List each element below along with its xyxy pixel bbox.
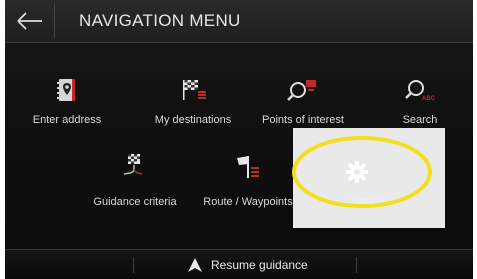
tile-route-waypoints[interactable]: Route / Waypoints bbox=[198, 152, 298, 208]
header-divider bbox=[54, 4, 55, 38]
search-icon-text: ABC bbox=[422, 96, 436, 102]
tile-label: Route / Waypoints bbox=[203, 196, 293, 208]
nav-screen: NAVIGATION MENU Enter address My destina… bbox=[5, 0, 473, 279]
bottom-divider bbox=[356, 257, 357, 273]
back-arrow-icon[interactable] bbox=[17, 10, 43, 32]
tile-settings[interactable]: Settings bbox=[293, 128, 445, 228]
tile-label: My destinations bbox=[154, 114, 232, 126]
gear-icon bbox=[346, 161, 368, 183]
tile-label: Points of interest bbox=[262, 114, 344, 126]
tile-label: Guidance criteria bbox=[93, 196, 177, 208]
resume-guidance-label: Resume guidance bbox=[211, 258, 308, 272]
tile-enter-address[interactable]: Enter address bbox=[27, 78, 107, 128]
page-title: NAVIGATION MENU bbox=[79, 11, 241, 30]
header-bar: NAVIGATION MENU bbox=[5, 0, 473, 43]
poi-search-icon bbox=[287, 80, 316, 101]
tile-guidance-criteria[interactable]: Guidance criteria bbox=[85, 152, 185, 208]
navigation-arrow-icon bbox=[188, 258, 202, 272]
tile-label: Settings bbox=[349, 196, 389, 208]
tile-points-of-interest[interactable]: Points of interest bbox=[253, 78, 353, 128]
tile-my-destinations[interactable]: My destinations bbox=[143, 78, 243, 128]
guidance-criteria-icon bbox=[123, 154, 143, 175]
tile-label: Enter address bbox=[32, 114, 102, 126]
search-abc-icon: ABC bbox=[405, 80, 436, 102]
tile-search[interactable]: ABC Search bbox=[380, 78, 460, 128]
route-flag-icon bbox=[237, 156, 259, 178]
bottom-bar: Resume guidance bbox=[5, 249, 473, 279]
address-book-icon bbox=[57, 79, 75, 101]
checkered-flag-icon bbox=[183, 80, 206, 100]
bottom-divider bbox=[133, 257, 134, 273]
tile-label: Search bbox=[402, 114, 438, 126]
